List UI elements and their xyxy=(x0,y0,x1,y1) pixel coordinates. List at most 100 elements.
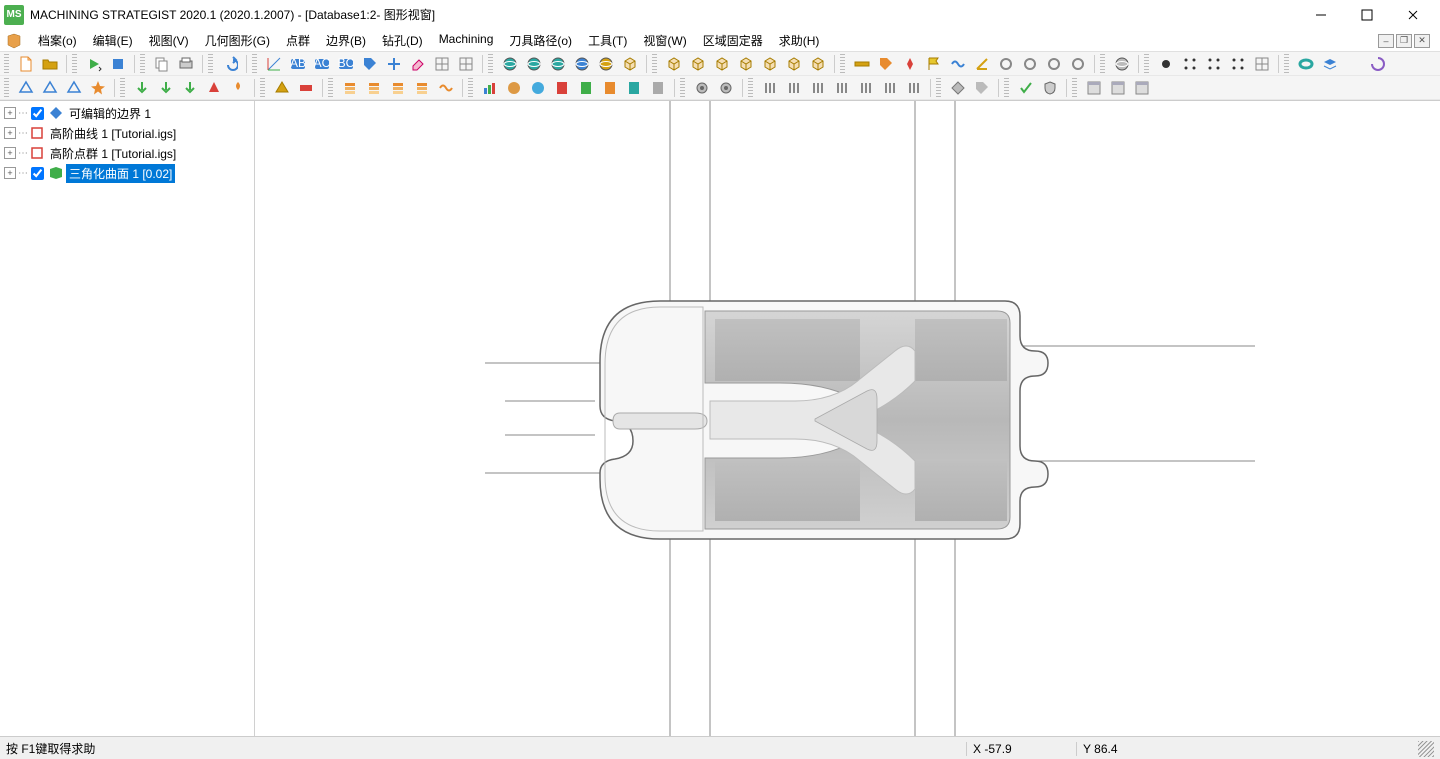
toolbar-run-dropdown-button[interactable] xyxy=(83,54,105,74)
toolbar-cube4-button[interactable] xyxy=(735,54,757,74)
toolbar-star-tool-button[interactable] xyxy=(87,78,109,98)
toolbar-circ-b-button[interactable] xyxy=(527,78,549,98)
toolbar-panel2-button[interactable] xyxy=(1107,78,1129,98)
maximize-button[interactable] xyxy=(1344,0,1390,30)
menu-item-6[interactable]: 钻孔(D) xyxy=(374,30,431,51)
toolbar-circle3-button[interactable] xyxy=(1043,54,1065,74)
toolbar-torus-button[interactable] xyxy=(1295,54,1317,74)
menu-item-7[interactable]: Machining xyxy=(431,30,502,51)
toolbar-grip[interactable] xyxy=(120,78,125,98)
toolbar-cube5-button[interactable] xyxy=(759,54,781,74)
toolbar-grip[interactable] xyxy=(4,78,9,98)
toolbar-grip[interactable] xyxy=(936,78,941,98)
toolbar-chart-button[interactable] xyxy=(479,78,501,98)
toolbar-grip[interactable] xyxy=(4,54,9,74)
toolbar-copy-button[interactable] xyxy=(151,54,173,74)
toolbar-bars2-button[interactable] xyxy=(783,78,805,98)
toolbar-bars3-button[interactable] xyxy=(807,78,829,98)
toolbar-grid-dots-button[interactable] xyxy=(1251,54,1273,74)
toolbar-undo-button[interactable] xyxy=(219,54,241,74)
toolbar-grip[interactable] xyxy=(252,54,257,74)
toolbar-angle-button[interactable] xyxy=(971,54,993,74)
menu-item-10[interactable]: 视窗(W) xyxy=(635,30,694,51)
toolbar-grip[interactable] xyxy=(468,78,473,98)
toolbar-diamond-gray-button[interactable] xyxy=(947,78,969,98)
toolbar-dots-square-button[interactable] xyxy=(1203,54,1225,74)
mdi-close-button[interactable]: ✕ xyxy=(1414,34,1430,48)
tree-expander-icon[interactable]: + xyxy=(4,147,16,159)
toolbar-eraser-button[interactable] xyxy=(407,54,429,74)
toolbar-tag-button[interactable] xyxy=(875,54,897,74)
toolbar-grip[interactable] xyxy=(652,54,657,74)
toolbar-arrow-down3-button[interactable] xyxy=(179,78,201,98)
toolbar-dots-h-button[interactable] xyxy=(1179,54,1201,74)
toolbar-grip[interactable] xyxy=(140,54,145,74)
toolbar-poly1-button[interactable] xyxy=(15,78,37,98)
toolbar-poly3-button[interactable] xyxy=(63,78,85,98)
toolbar-grip[interactable] xyxy=(1072,78,1077,98)
tree-item-label[interactable]: 高阶曲线 1 [Tutorial.igs] xyxy=(47,124,179,143)
toolbar-globe-gold-button[interactable] xyxy=(595,54,617,74)
toolbar-tag-blue-button[interactable] xyxy=(359,54,381,74)
toolbar-layers-button[interactable] xyxy=(1319,54,1341,74)
toolbar-grip[interactable] xyxy=(488,54,493,74)
toolbar-grip[interactable] xyxy=(72,54,77,74)
toolbar-stack-orange-button[interactable] xyxy=(411,78,433,98)
toolbar-axis-button[interactable] xyxy=(263,54,285,74)
menu-item-3[interactable]: 几何图形(G) xyxy=(197,30,278,51)
toolbar-cross-blue-button[interactable] xyxy=(383,54,405,74)
toolbar-circle4-button[interactable] xyxy=(1067,54,1089,74)
toolbar-gradient-button[interactable] xyxy=(1343,54,1365,74)
toolbar-col-red-button[interactable] xyxy=(551,78,573,98)
toolbar-pin-button[interactable] xyxy=(899,54,921,74)
mdi-restore-button[interactable]: ❐ xyxy=(1396,34,1412,48)
toolbar-col-orange-button[interactable] xyxy=(599,78,621,98)
toolbar-layer2-button[interactable] xyxy=(363,78,385,98)
toolbar-arrow-down1-button[interactable] xyxy=(131,78,153,98)
menu-item-0[interactable]: 档案(o) xyxy=(30,30,85,51)
menu-item-1[interactable]: 编辑(E) xyxy=(85,30,141,51)
tree-item-3[interactable]: +⋯三角化曲面 1 [0.02] xyxy=(0,163,254,183)
toolbar-col-gray-button[interactable] xyxy=(647,78,669,98)
toolbar-gear2-button[interactable] xyxy=(715,78,737,98)
toolbar-col-green-button[interactable] xyxy=(575,78,597,98)
toolbar-brick-red-button[interactable] xyxy=(295,78,317,98)
toolbar-stop-button[interactable] xyxy=(107,54,129,74)
toolbar-grip[interactable] xyxy=(840,54,845,74)
tree-expander-icon[interactable]: + xyxy=(4,107,16,119)
tree-item-1[interactable]: +⋯高阶曲线 1 [Tutorial.igs] xyxy=(0,123,254,143)
toolbar-sphere1-button[interactable] xyxy=(523,54,545,74)
toolbar-layer3-button[interactable] xyxy=(387,78,409,98)
mdi-minimize-button[interactable]: ‒ xyxy=(1378,34,1394,48)
toolbar-globe-button[interactable] xyxy=(499,54,521,74)
toolbar-wave-orange-button[interactable] xyxy=(435,78,457,98)
toolbar-sphere-gray-button[interactable] xyxy=(1111,54,1133,74)
toolbar-cube-net-button[interactable] xyxy=(619,54,641,74)
toolbar-grid-large-button[interactable] xyxy=(455,54,477,74)
toolbar-flame-button[interactable] xyxy=(227,78,249,98)
toolbar-sphere2-button[interactable] xyxy=(547,54,569,74)
toolbar-col-teal-button[interactable] xyxy=(623,78,645,98)
toolbar-globe-blue-button[interactable] xyxy=(571,54,593,74)
toolbar-cube1-button[interactable] xyxy=(663,54,685,74)
toolbar-open-file-button[interactable] xyxy=(39,54,61,74)
menu-item-5[interactable]: 边界(B) xyxy=(318,30,374,51)
toolbar-grip[interactable] xyxy=(260,78,265,98)
toolbar-bars6-button[interactable] xyxy=(879,78,901,98)
toolbar-bars7-button[interactable] xyxy=(903,78,925,98)
tree-expander-icon[interactable]: + xyxy=(4,167,16,179)
toolbar-arrow-down2-button[interactable] xyxy=(155,78,177,98)
toolbar-grip[interactable] xyxy=(1100,54,1105,74)
toolbar-panel1-button[interactable] xyxy=(1083,78,1105,98)
toolbar-bars4-button[interactable] xyxy=(831,78,853,98)
toolbar-gear1-button[interactable] xyxy=(691,78,713,98)
tree-item-0[interactable]: +⋯可编辑的边界 1 xyxy=(0,103,254,123)
menu-item-2[interactable]: 视图(V) xyxy=(141,30,197,51)
menu-item-12[interactable]: 求助(H) xyxy=(771,30,828,51)
toolbar-pyramid-button[interactable] xyxy=(271,78,293,98)
toolbar-swirl-button[interactable] xyxy=(1367,54,1389,74)
toolbar-bars1-button[interactable] xyxy=(759,78,781,98)
toolbar-cube7-button[interactable] xyxy=(807,54,829,74)
toolbar-check-button[interactable] xyxy=(1015,78,1037,98)
toolbar-cube6-button[interactable] xyxy=(783,54,805,74)
